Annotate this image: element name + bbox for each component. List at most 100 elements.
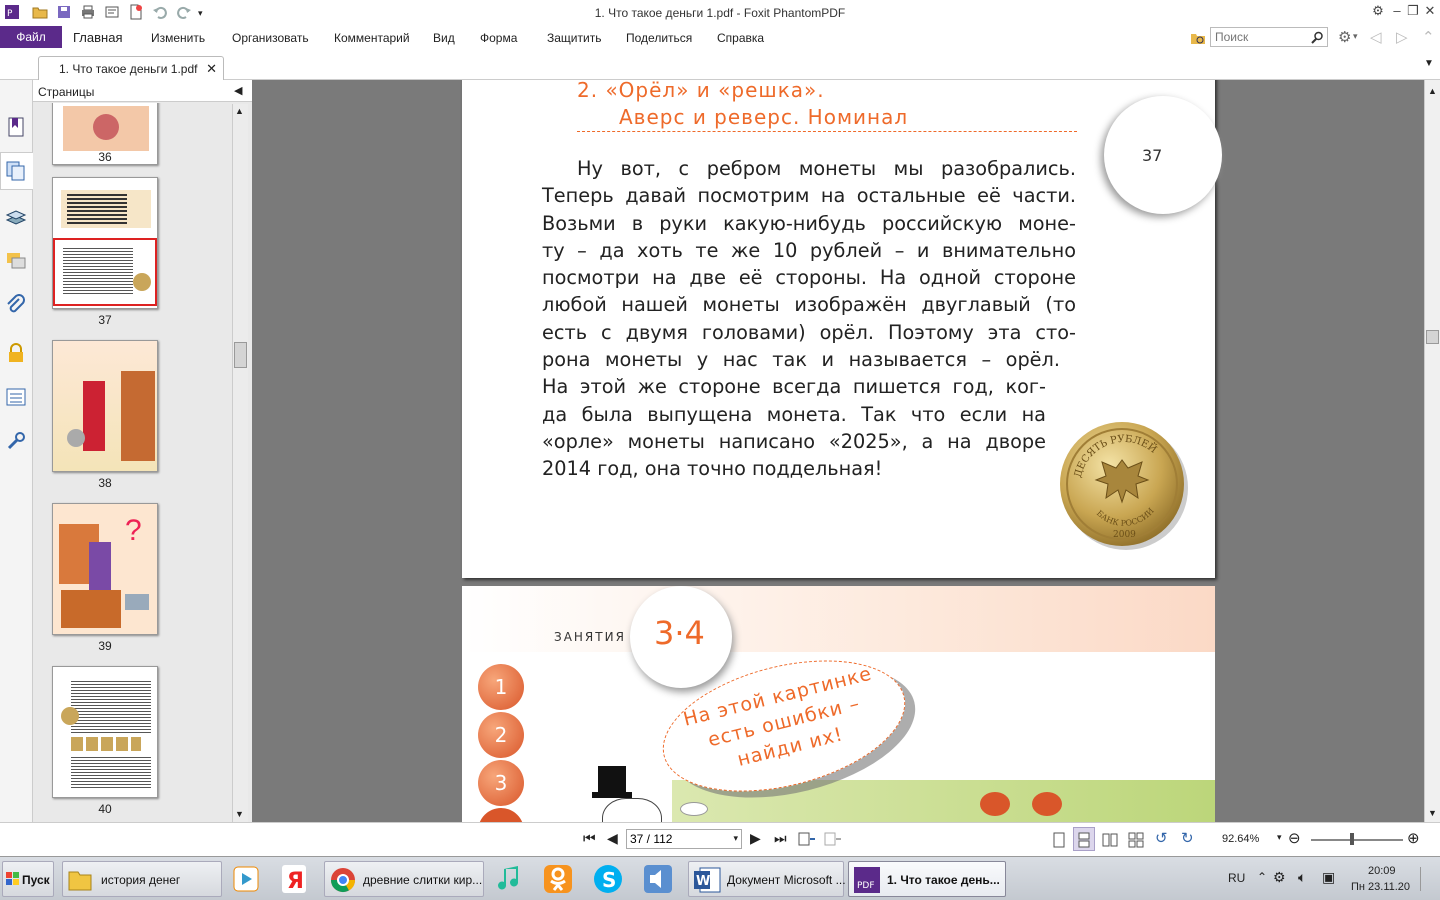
section-heading-line2: Аверс и реверс. Номинал	[619, 105, 909, 129]
facing-view-icon[interactable]	[1102, 832, 1118, 848]
scroll-up-arrow-icon[interactable]: ▲	[235, 106, 244, 116]
file-menu-button[interactable]: Файл	[0, 26, 62, 48]
document-scrollbar[interactable]: ▲ ▼	[1424, 80, 1440, 822]
menu-view[interactable]: Вид	[433, 31, 455, 45]
zoom-dropdown-icon[interactable]: ▾	[1277, 832, 1282, 843]
svg-text:Я: Я	[287, 869, 304, 894]
comments-icon[interactable]	[5, 250, 27, 272]
find-folder-icon[interactable]	[1190, 30, 1206, 46]
scroll-up-arrow-icon[interactable]: ▲	[1428, 86, 1437, 96]
menu-bar: Файл Главная Изменить Организовать Комме…	[0, 25, 1440, 50]
attachments-icon[interactable]	[5, 294, 27, 316]
ribbon-collapse-icon[interactable]: ⌃	[1422, 28, 1435, 46]
page-thumbnail-40[interactable]	[52, 666, 158, 798]
menu-comment[interactable]: Комментарий	[334, 31, 410, 45]
continuous-facing-view-icon[interactable]	[1128, 832, 1144, 848]
page-dropdown-icon[interactable]: ▾	[733, 833, 738, 844]
collapse-panel-icon[interactable]: ◀	[234, 84, 242, 97]
single-page-view-icon[interactable]	[1052, 832, 1066, 848]
nav-back-icon[interactable]: ◁	[1370, 28, 1382, 46]
taskbar-item-explorer[interactable]: история денег	[62, 861, 222, 897]
layers-icon[interactable]	[5, 206, 27, 228]
scrollbar-thumb[interactable]	[1426, 330, 1439, 344]
content-list-icon[interactable]	[5, 386, 27, 408]
continuous-view-icon[interactable]	[1077, 832, 1091, 848]
tray-network-icon[interactable]: ▣	[1322, 869, 1335, 886]
start-button[interactable]: Пуск	[2, 861, 54, 897]
show-desktop-button[interactable]	[1420, 867, 1436, 891]
tray-volume-icon[interactable]: 🔈︎	[1298, 869, 1306, 886]
scroll-down-arrow-icon[interactable]: ▼	[1428, 808, 1437, 818]
next-page-icon[interactable]: ▶	[750, 830, 761, 847]
rotate-right-icon[interactable]: ↻	[1181, 829, 1194, 847]
pages-icon[interactable]	[5, 160, 27, 182]
text-line: 2014 год, она точно поддельная!	[542, 457, 883, 481]
nav-forward-icon[interactable]: ▷	[1396, 28, 1408, 46]
previous-view-icon[interactable]	[798, 831, 816, 847]
settings-gear-icon[interactable]: ⚙	[1338, 28, 1351, 46]
page-thumbnail-39[interactable]: ?	[52, 503, 158, 635]
taskbar-item-foxit[interactable]: PDF 1. Что такое день...	[848, 861, 1006, 897]
search-input[interactable]	[1211, 28, 1307, 46]
close-button[interactable]: ✕	[1422, 3, 1438, 19]
menu-protect[interactable]: Защитить	[547, 31, 601, 45]
odnoklassniki-icon[interactable]	[540, 861, 576, 897]
section-label: ЗАНЯТИЯ	[554, 630, 626, 644]
zoom-level[interactable]: 92.64%	[1222, 833, 1259, 845]
menu-form[interactable]: Форма	[480, 31, 517, 45]
menu-organize[interactable]: Организовать	[232, 31, 309, 45]
zoom-out-icon[interactable]: ⊖	[1288, 829, 1301, 847]
menu-help[interactable]: Справка	[717, 31, 764, 45]
menu-share[interactable]: Поделиться	[626, 31, 692, 45]
tray-expand-icon[interactable]: ⌃	[1257, 870, 1267, 884]
text-line: рона монеты у нас так и называется – орё…	[542, 348, 1060, 372]
restore-button[interactable]: ❐	[1405, 3, 1421, 19]
menu-home[interactable]: Главная	[73, 30, 122, 45]
last-page-icon[interactable]: ⏭	[774, 830, 787, 847]
page-number-input[interactable]	[627, 830, 723, 848]
page-thumbnail-38[interactable]	[52, 340, 158, 472]
previous-page-icon[interactable]: ◀	[607, 830, 618, 847]
next-view-icon[interactable]	[824, 831, 842, 847]
svg-text:S: S	[602, 868, 616, 892]
media-player-icon[interactable]	[228, 861, 264, 897]
settings-dropdown-icon[interactable]: ▾	[1353, 31, 1358, 42]
language-indicator[interactable]: RU	[1228, 871, 1245, 885]
rotate-left-icon[interactable]: ↺	[1155, 829, 1168, 847]
taskbar-item-chrome[interactable]: древние слитки кир...	[324, 861, 484, 897]
music-app-icon[interactable]	[492, 861, 528, 897]
document-tab[interactable]: 1. Что такое деньги 1.pdf ✕	[38, 56, 224, 80]
document-viewport[interactable]: 2. «Орёл» и «решка». Аверс и реверс. Ном…	[252, 80, 1424, 822]
close-tab-icon[interactable]: ✕	[206, 61, 217, 77]
svg-text:PDF: PDF	[857, 881, 875, 891]
ribbon-options-icon[interactable]: ⚙	[1370, 3, 1386, 19]
scroll-down-arrow-icon[interactable]: ▼	[235, 809, 244, 819]
tools-icon[interactable]	[5, 430, 27, 452]
menu-edit[interactable]: Изменить	[151, 31, 205, 45]
zoom-in-icon[interactable]: ⊕	[1407, 829, 1420, 847]
step-circle: 1	[478, 664, 524, 710]
minimize-button[interactable]: –	[1389, 3, 1405, 19]
clock-time[interactable]: 20:09	[1368, 865, 1396, 877]
security-lock-icon[interactable]	[5, 342, 27, 364]
folder-icon	[68, 871, 92, 891]
zoom-slider-handle[interactable]	[1350, 833, 1354, 845]
zoom-slider[interactable]	[1311, 839, 1403, 841]
bookmark-icon[interactable]	[5, 116, 27, 138]
page-thumbnail-37[interactable]	[52, 177, 158, 309]
tab-list-dropdown-icon[interactable]: ▼	[1424, 58, 1434, 69]
search-icon[interactable]	[1311, 31, 1324, 44]
taskbar-item-word[interactable]: W Документ Microsoft ...	[688, 861, 846, 897]
search-field[interactable]	[1210, 27, 1328, 47]
speaker-app-icon[interactable]	[640, 861, 676, 897]
text-line: Теперь давай посмотрим на остальные её ч…	[542, 184, 1076, 208]
yandex-browser-icon[interactable]: Я	[276, 861, 312, 897]
page-number-field[interactable]: ▾	[626, 829, 742, 849]
pages-panel-scrollbar[interactable]: ▲ ▼	[232, 104, 248, 822]
scrollbar-thumb[interactable]	[234, 342, 247, 368]
clock-date[interactable]: Пн 23.11.20	[1351, 881, 1410, 893]
step-circle: 2	[478, 712, 524, 758]
tray-settings-icon[interactable]: ⚙	[1273, 869, 1286, 886]
skype-icon[interactable]: S	[590, 861, 626, 897]
first-page-icon[interactable]: ⏮	[583, 830, 596, 847]
